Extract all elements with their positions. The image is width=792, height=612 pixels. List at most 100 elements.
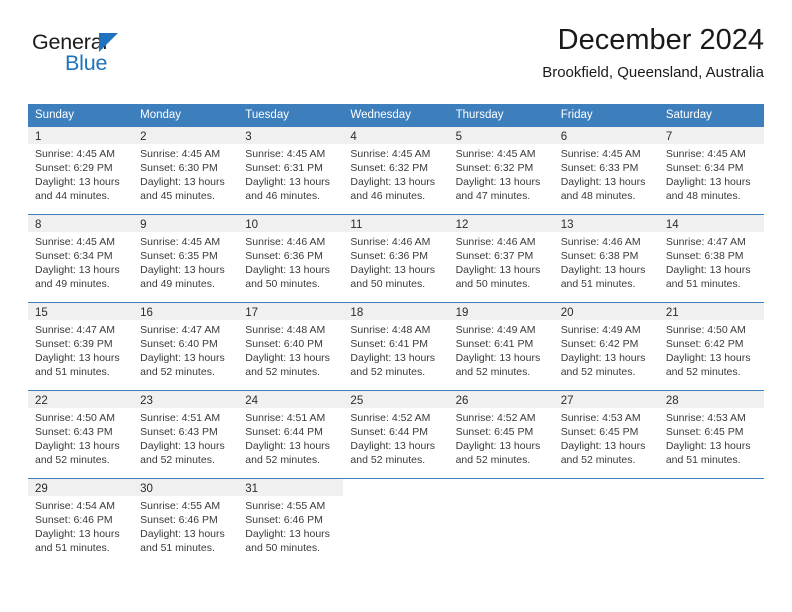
title-block: December 2024 Brookfield, Queensland, Au… xyxy=(542,22,764,84)
day-details: Sunrise: 4:48 AM Sunset: 6:40 PM Dayligh… xyxy=(238,320,343,379)
day-cell[interactable]: 18 Sunrise: 4:48 AM Sunset: 6:41 PM Dayl… xyxy=(343,303,449,390)
day-details: Sunrise: 4:51 AM Sunset: 6:44 PM Dayligh… xyxy=(238,408,343,467)
day-cell[interactable]: 8 Sunrise: 4:45 AM Sunset: 6:34 PM Dayli… xyxy=(28,215,134,302)
daylight-text-line2: and 51 minutes. xyxy=(140,542,215,554)
day-cell[interactable]: 23 Sunrise: 4:51 AM Sunset: 6:43 PM Dayl… xyxy=(133,391,239,478)
day-cell[interactable]: 31 Sunrise: 4:55 AM Sunset: 6:46 PM Dayl… xyxy=(238,479,344,566)
daylight-text-line1: Daylight: 13 hours xyxy=(560,352,646,364)
sunset-text: Sunset: 6:40 PM xyxy=(140,338,218,350)
sunset-text: Sunset: 6:38 PM xyxy=(560,250,639,262)
sunset-text: Sunset: 6:45 PM xyxy=(560,426,639,438)
day-cell[interactable]: 19 Sunrise: 4:49 AM Sunset: 6:41 PM Dayl… xyxy=(448,303,554,390)
day-number-band: 30 xyxy=(133,479,239,496)
daylight-text-line2: and 52 minutes. xyxy=(245,454,320,466)
day-cell[interactable]: 13 Sunrise: 4:46 AM Sunset: 6:38 PM Dayl… xyxy=(553,215,659,302)
daylight-text-line1: Daylight: 13 hours xyxy=(665,352,751,364)
day-cell[interactable]: 1 Sunrise: 4:45 AM Sunset: 6:29 PM Dayli… xyxy=(28,127,134,214)
day-details: Sunrise: 4:46 AM Sunset: 6:36 PM Dayligh… xyxy=(238,232,343,291)
sunset-text: Sunset: 6:45 PM xyxy=(665,426,744,438)
day-number: 27 xyxy=(560,395,574,407)
day-details: Sunrise: 4:48 AM Sunset: 6:41 PM Dayligh… xyxy=(343,320,448,379)
day-cell[interactable]: 15 Sunrise: 4:47 AM Sunset: 6:39 PM Dayl… xyxy=(28,303,134,390)
general-blue-logo[interactable]: General Blue xyxy=(32,30,232,86)
daylight-text-line2: and 51 minutes. xyxy=(665,278,741,290)
sunset-text: Sunset: 6:46 PM xyxy=(140,514,218,526)
sunrise-text: Sunrise: 4:53 AM xyxy=(560,412,641,424)
day-number-band: 19 xyxy=(448,303,554,320)
daylight-text-line1: Daylight: 13 hours xyxy=(245,176,330,188)
day-number: 28 xyxy=(665,395,679,407)
day-cell[interactable]: 12 Sunrise: 4:46 AM Sunset: 6:37 PM Dayl… xyxy=(448,215,554,302)
day-number-band xyxy=(343,479,448,496)
sunrise-text: Sunrise: 4:50 AM xyxy=(35,412,115,424)
sunrise-text: Sunrise: 4:47 AM xyxy=(140,324,221,336)
sunrise-text: Sunrise: 4:47 AM xyxy=(35,324,115,336)
day-number-band: 24 xyxy=(238,391,344,408)
daylight-text-line2: and 52 minutes. xyxy=(245,366,320,378)
sunset-text: Sunset: 6:38 PM xyxy=(665,250,744,262)
weekday-header-sunday: Sunday xyxy=(35,109,75,121)
day-cell[interactable]: 7 Sunrise: 4:45 AM Sunset: 6:34 PM Dayli… xyxy=(658,127,764,214)
day-details: Sunrise: 4:46 AM Sunset: 6:38 PM Dayligh… xyxy=(554,232,659,291)
day-cell[interactable]: 10 Sunrise: 4:46 AM Sunset: 6:36 PM Dayl… xyxy=(238,215,344,302)
day-cell[interactable]: 2 Sunrise: 4:45 AM Sunset: 6:30 PM Dayli… xyxy=(133,127,239,214)
sunset-text: Sunset: 6:33 PM xyxy=(560,162,639,174)
day-details: Sunrise: 4:55 AM Sunset: 6:46 PM Dayligh… xyxy=(238,496,343,555)
day-cell[interactable]: 4 Sunrise: 4:45 AM Sunset: 6:32 PM Dayli… xyxy=(343,127,449,214)
day-cell[interactable]: 25 Sunrise: 4:52 AM Sunset: 6:44 PM Dayl… xyxy=(343,391,449,478)
day-cell[interactable]: 29 Sunrise: 4:54 AM Sunset: 6:46 PM Dayl… xyxy=(28,479,134,566)
day-cell[interactable]: 28 Sunrise: 4:53 AM Sunset: 6:45 PM Dayl… xyxy=(658,391,764,478)
day-details: Sunrise: 4:47 AM Sunset: 6:40 PM Dayligh… xyxy=(133,320,238,379)
day-cell[interactable]: 20 Sunrise: 4:49 AM Sunset: 6:42 PM Dayl… xyxy=(553,303,659,390)
day-details: Sunrise: 4:46 AM Sunset: 6:37 PM Dayligh… xyxy=(449,232,554,291)
weekday-header-wednesday: Wednesday xyxy=(350,109,411,121)
sunset-text: Sunset: 6:42 PM xyxy=(665,338,744,350)
sunset-text: Sunset: 6:35 PM xyxy=(140,250,218,262)
sunset-text: Sunset: 6:36 PM xyxy=(350,250,429,262)
day-cell-empty xyxy=(554,479,659,566)
day-cell[interactable]: 9 Sunrise: 4:45 AM Sunset: 6:35 PM Dayli… xyxy=(133,215,239,302)
day-cell[interactable]: 16 Sunrise: 4:47 AM Sunset: 6:40 PM Dayl… xyxy=(133,303,239,390)
day-cell[interactable]: 6 Sunrise: 4:45 AM Sunset: 6:33 PM Dayli… xyxy=(553,127,659,214)
sunrise-text: Sunrise: 4:46 AM xyxy=(560,236,641,248)
sunset-text: Sunset: 6:31 PM xyxy=(245,162,323,174)
day-details: Sunrise: 4:49 AM Sunset: 6:42 PM Dayligh… xyxy=(554,320,659,379)
day-cell[interactable]: 3 Sunrise: 4:45 AM Sunset: 6:31 PM Dayli… xyxy=(238,127,344,214)
sunset-text: Sunset: 6:32 PM xyxy=(350,162,429,174)
logo-text-blue: Blue xyxy=(65,51,108,75)
day-details: Sunrise: 4:45 AM Sunset: 6:32 PM Dayligh… xyxy=(449,144,554,203)
calendar-grid: Sunday Monday Tuesday Wednesday Thursday… xyxy=(28,104,764,566)
daylight-text-line1: Daylight: 13 hours xyxy=(560,264,646,276)
day-cell[interactable]: 30 Sunrise: 4:55 AM Sunset: 6:46 PM Dayl… xyxy=(133,479,239,566)
sunset-text: Sunset: 6:41 PM xyxy=(455,338,534,350)
day-number-band: 13 xyxy=(553,215,659,232)
day-cell[interactable]: 24 Sunrise: 4:51 AM Sunset: 6:44 PM Dayl… xyxy=(238,391,344,478)
daylight-text-line2: and 46 minutes. xyxy=(350,190,426,202)
day-number: 31 xyxy=(245,483,259,495)
calendar-week-row: 15 Sunrise: 4:47 AM Sunset: 6:39 PM Dayl… xyxy=(28,302,764,390)
day-cell[interactable]: 26 Sunrise: 4:52 AM Sunset: 6:45 PM Dayl… xyxy=(448,391,554,478)
day-cell[interactable]: 22 Sunrise: 4:50 AM Sunset: 6:43 PM Dayl… xyxy=(28,391,134,478)
day-number-band: 28 xyxy=(658,391,764,408)
daylight-text-line2: and 46 minutes. xyxy=(245,190,320,202)
daylight-text-line1: Daylight: 13 hours xyxy=(455,440,541,452)
day-details: Sunrise: 4:50 AM Sunset: 6:43 PM Dayligh… xyxy=(28,408,133,467)
daylight-text-line2: and 52 minutes. xyxy=(560,454,636,466)
day-cell[interactable]: 21 Sunrise: 4:50 AM Sunset: 6:42 PM Dayl… xyxy=(658,303,764,390)
daylight-text-line2: and 50 minutes. xyxy=(350,278,426,290)
calendar-week-row: 22 Sunrise: 4:50 AM Sunset: 6:43 PM Dayl… xyxy=(28,390,764,478)
day-number-band: 5 xyxy=(448,127,554,144)
day-number: 14 xyxy=(665,219,679,231)
day-number: 26 xyxy=(455,395,469,407)
daylight-text-line1: Daylight: 13 hours xyxy=(245,352,330,364)
day-number: 3 xyxy=(245,131,252,143)
day-details: Sunrise: 4:54 AM Sunset: 6:46 PM Dayligh… xyxy=(28,496,133,555)
day-cell[interactable]: 27 Sunrise: 4:53 AM Sunset: 6:45 PM Dayl… xyxy=(553,391,659,478)
day-details: Sunrise: 4:45 AM Sunset: 6:30 PM Dayligh… xyxy=(133,144,238,203)
day-cell[interactable]: 5 Sunrise: 4:45 AM Sunset: 6:32 PM Dayli… xyxy=(448,127,554,214)
day-cell[interactable]: 14 Sunrise: 4:47 AM Sunset: 6:38 PM Dayl… xyxy=(658,215,764,302)
daylight-text-line1: Daylight: 13 hours xyxy=(350,176,436,188)
day-details: Sunrise: 4:45 AM Sunset: 6:34 PM Dayligh… xyxy=(28,232,133,291)
day-cell[interactable]: 17 Sunrise: 4:48 AM Sunset: 6:40 PM Dayl… xyxy=(238,303,344,390)
day-cell[interactable]: 11 Sunrise: 4:46 AM Sunset: 6:36 PM Dayl… xyxy=(343,215,449,302)
